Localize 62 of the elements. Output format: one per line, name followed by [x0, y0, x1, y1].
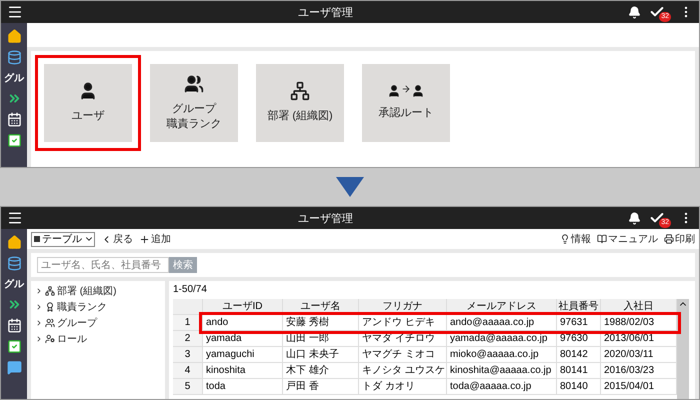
home-icon[interactable] [6, 29, 22, 44]
sidebar-label: グル [4, 278, 24, 291]
toolbar-link[interactable]: 印刷 [664, 232, 695, 246]
table-row[interactable]: toda 戸田 香 トダ カオリ toda@aaaaa.co.jp 80140 2015/04/01 [203, 379, 677, 395]
calendar-icon[interactable] [6, 318, 22, 333]
window-title: ユーザ管理 [297, 6, 354, 20]
rank-icon [45, 302, 55, 312]
tree-item[interactable]: グループ [35, 316, 161, 330]
org-chart-icon [45, 286, 55, 296]
tree-item[interactable]: 部署 (組織図) [35, 284, 161, 298]
row-number: 2 [173, 331, 203, 347]
header-corner [173, 299, 203, 315]
menu-tile[interactable]: ユーザ [35, 55, 141, 151]
table-cell: 97631 [557, 315, 601, 331]
tree-item[interactable]: ロール [35, 332, 161, 346]
row-number: 1 [173, 315, 203, 331]
menu-icon[interactable] [7, 210, 23, 226]
table-cell: 80140 [557, 379, 601, 395]
chat-icon[interactable] [6, 360, 22, 375]
plus-icon [139, 234, 150, 244]
record-count: 1-50/74 [173, 283, 208, 297]
database-icon[interactable] [6, 256, 22, 271]
table-cell: ando@aaaaa.co.jp [447, 315, 557, 331]
calendar-icon[interactable] [6, 112, 22, 127]
table-cell: トダ カオリ [359, 379, 447, 395]
back-button[interactable]: 戻る [101, 232, 133, 246]
toolbar-link[interactable]: 情報 [560, 232, 591, 246]
toolbar-link[interactable]: マニュアル [597, 232, 658, 246]
tree-item[interactable]: 職責ランク [35, 300, 161, 314]
database-icon[interactable] [6, 50, 22, 65]
bell-icon[interactable] [628, 6, 642, 18]
table-cell: ando [203, 315, 283, 331]
row-number: 4 [173, 363, 203, 379]
down-arrow-icon [336, 177, 364, 197]
table-row[interactable]: yamaguchi 山口 未央子 ヤマグチ ミオコ mioko@aaaaa.co.jp 80142 2020/03/11 [203, 347, 677, 363]
user-arrow-user-icon [387, 84, 425, 98]
lightbulb-icon [560, 234, 570, 244]
sidebar-label: グル [4, 72, 24, 85]
window-title: ユーザ管理 [297, 212, 354, 226]
table-cell: 安藤 秀樹 [283, 315, 359, 331]
home-icon[interactable] [6, 235, 22, 250]
row-number: 3 [173, 347, 203, 363]
checkbox-icon[interactable] [6, 133, 22, 148]
scrollbar[interactable] [677, 299, 689, 399]
table-cell: toda [203, 379, 283, 395]
add-button[interactable]: 追加 [139, 232, 171, 246]
book-icon [597, 234, 607, 244]
printer-icon [664, 234, 674, 244]
table-cell: toda@aaaaa.co.jp [447, 379, 557, 395]
bell-icon[interactable] [628, 212, 642, 224]
users-icon [184, 74, 204, 94]
menu-icon[interactable] [7, 4, 23, 20]
org-chart-icon [290, 81, 310, 102]
user-cog-icon [45, 334, 55, 344]
row-number: 5 [173, 379, 203, 395]
table-row[interactable]: kinoshita 木下 雄介 キノシタ ユウスケ kinoshita@aaaaa.co.jp 80141 2016/03/23 [203, 363, 677, 379]
view-select[interactable]: テーブル [31, 232, 95, 246]
table-cell: 戸田 香 [283, 379, 359, 395]
checkbox-icon[interactable] [6, 339, 22, 354]
table-cell: アンドウ ヒデキ [359, 315, 447, 331]
search-field[interactable]: ユーザ名、氏名、社員番号 [37, 257, 169, 273]
users-icon [45, 318, 55, 328]
